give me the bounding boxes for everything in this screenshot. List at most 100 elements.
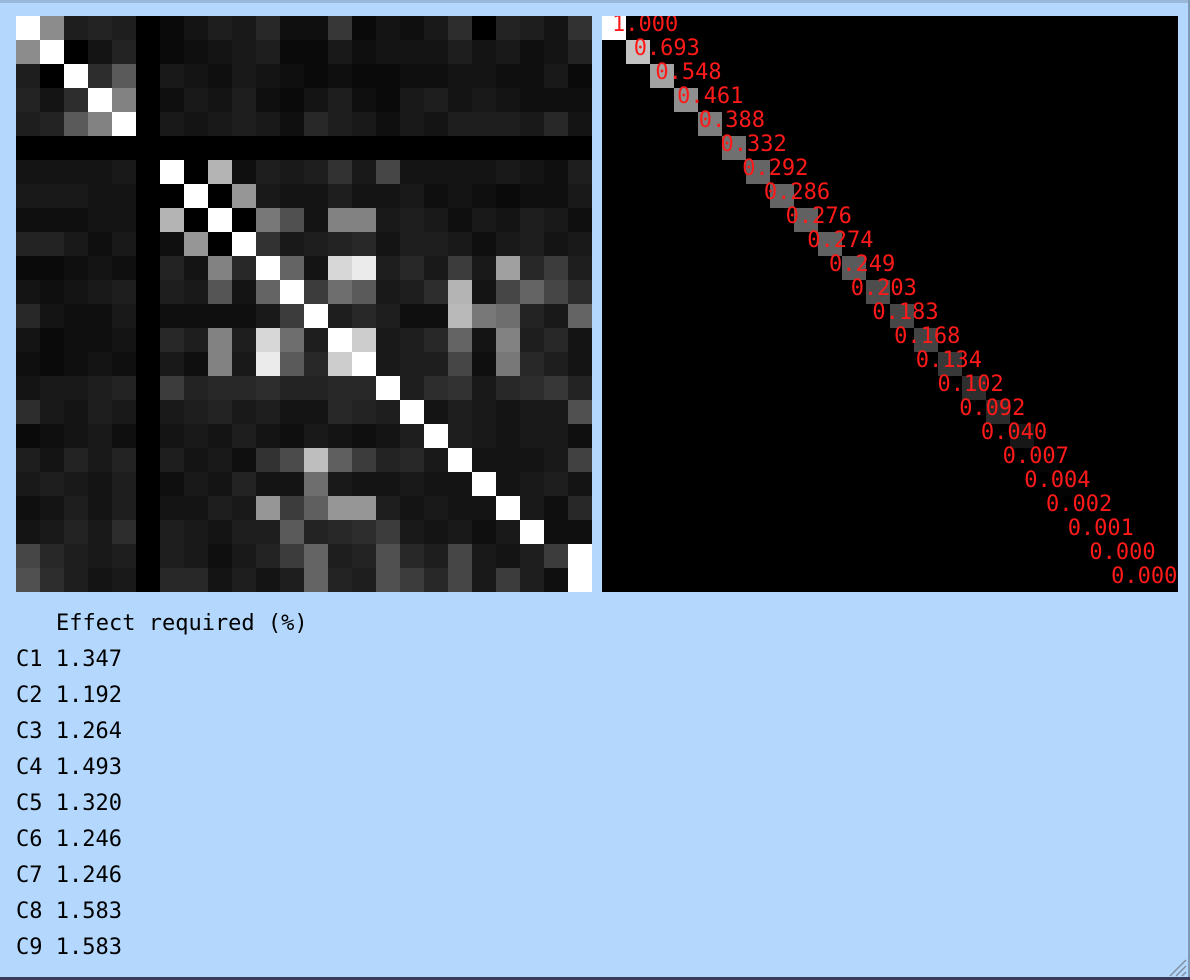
heatmap-cell: [520, 520, 544, 544]
heatmap-cell: [400, 160, 424, 184]
result-value: 1.320: [55, 791, 122, 816]
heatmap-cell: [520, 424, 544, 448]
heatmap-cell: [400, 496, 424, 520]
heatmap-cell: [376, 376, 400, 400]
heatmap-cell: [424, 40, 448, 64]
heatmap-cell: [112, 208, 136, 232]
correlation-matrix-panel: [16, 16, 592, 592]
heatmap-cell: [112, 568, 136, 592]
heatmap-cell: [232, 16, 256, 40]
heatmap-cell: [16, 376, 40, 400]
heatmap-cell: [472, 160, 496, 184]
heatmap-cell: [64, 208, 88, 232]
heatmap-cell: [280, 112, 304, 136]
heatmap-cell: [304, 256, 328, 280]
heatmap-cell: [544, 328, 568, 352]
heatmap-cell: [544, 424, 568, 448]
heatmap-cell: [352, 496, 376, 520]
heatmap-cell: [472, 448, 496, 472]
heatmap-cell: [496, 304, 520, 328]
heatmap-cell: [40, 88, 64, 112]
result-value: 1.347: [55, 647, 122, 672]
heatmap-cell: [304, 448, 328, 472]
heatmap-cell: [496, 40, 520, 64]
heatmap-cell: [472, 472, 496, 496]
heatmap-cell: [304, 424, 328, 448]
heatmap-cell: [256, 376, 280, 400]
heatmap-cell: [568, 448, 592, 472]
heatmap-cell: [424, 256, 448, 280]
heatmap-cell: [520, 352, 544, 376]
heatmap-cell: [352, 520, 376, 544]
heatmap-cell: [160, 16, 184, 40]
heatmap-cell: [352, 352, 376, 376]
result-row: C3 1.264: [16, 714, 308, 750]
eigenvalue-label: 0.000: [1089, 540, 1156, 565]
heatmap-cell: [424, 400, 448, 424]
heatmap-cell: [496, 400, 520, 424]
heatmap-cell: [520, 64, 544, 88]
resize-grip-icon[interactable]: [1165, 955, 1187, 977]
heatmap-cell: [544, 88, 568, 112]
result-id: C8: [16, 899, 43, 924]
heatmap-cell: [64, 280, 88, 304]
heatmap-cell: [256, 400, 280, 424]
heatmap-cell: [208, 400, 232, 424]
heatmap-cell: [232, 520, 256, 544]
heatmap-cell: [496, 88, 520, 112]
heatmap-cell: [424, 88, 448, 112]
heatmap-cell: [88, 208, 112, 232]
heatmap-cell: [328, 448, 352, 472]
result-value: 1.192: [55, 683, 122, 708]
heatmap-cell: [400, 568, 424, 592]
heatmap-cell: [568, 112, 592, 136]
result-row: C2 1.192: [16, 678, 308, 714]
heatmap-cell: [520, 88, 544, 112]
heatmap-cell: [16, 544, 40, 568]
heatmap-cell: [160, 304, 184, 328]
heatmap-cell: [400, 16, 424, 40]
heatmap-cell: [568, 496, 592, 520]
heatmap-cell: [160, 448, 184, 472]
heatmap-cell: [376, 328, 400, 352]
heatmap-cell: [256, 472, 280, 496]
heatmap-cell: [40, 160, 64, 184]
result-value: 1.264: [55, 719, 122, 744]
heatmap-cell: [472, 208, 496, 232]
heatmap-cell: [304, 304, 328, 328]
heatmap-cell: [520, 184, 544, 208]
result-value: 1.583: [55, 899, 122, 924]
result-row: C7 1.246: [16, 858, 308, 894]
heatmap-cell: [40, 400, 64, 424]
eigenvalue-label: 0.276: [785, 204, 852, 229]
heatmap-cell: [304, 16, 328, 40]
results-header: Effect required (%): [56, 611, 308, 636]
heatmap-cell: [472, 568, 496, 592]
heatmap-cell: [280, 568, 304, 592]
heatmap-cell: [184, 328, 208, 352]
heatmap-cell: [544, 568, 568, 592]
heatmap-cell: [40, 40, 64, 64]
heatmap-cell: [352, 280, 376, 304]
heatmap-cell: [424, 352, 448, 376]
heatmap-cell: [376, 88, 400, 112]
heatmap-cell: [448, 400, 472, 424]
heatmap-cell: [328, 88, 352, 112]
heatmap-cell: [352, 88, 376, 112]
heatmap-cell: [544, 40, 568, 64]
heatmap-cell: [232, 88, 256, 112]
heatmap-cell: [88, 112, 112, 136]
heatmap-cell: [88, 304, 112, 328]
heatmap-cell: [544, 16, 568, 40]
heatmap-cell: [184, 304, 208, 328]
heatmap-cell: [328, 280, 352, 304]
heatmap-cell: [568, 568, 592, 592]
heatmap-cell: [88, 424, 112, 448]
heatmap-cell: [496, 376, 520, 400]
heatmap-cell: [88, 448, 112, 472]
heatmap-cell: [256, 64, 280, 88]
heatmap-cell: [544, 232, 568, 256]
heatmap-cell: [544, 184, 568, 208]
heatmap-cell: [160, 424, 184, 448]
heatmap-cell: [232, 40, 256, 64]
